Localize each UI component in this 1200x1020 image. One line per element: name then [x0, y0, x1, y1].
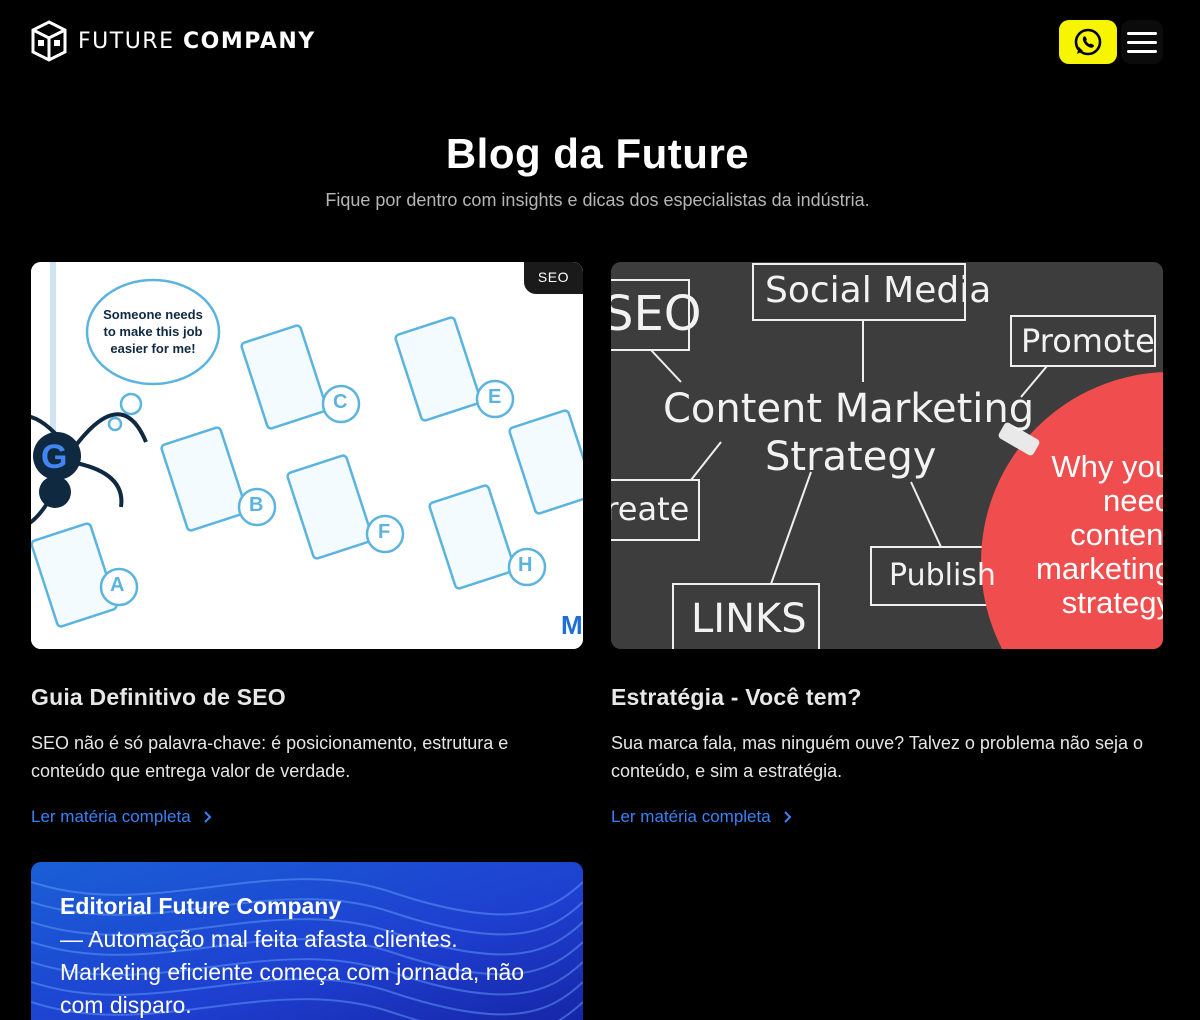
chalk-word: Promote [1021, 322, 1155, 360]
editorial-text: Editorial Future Company — Automação mal… [60, 890, 560, 1020]
blog-card-image[interactable]: SEO Social Media Promote Content Marketi… [611, 262, 1163, 649]
blog-card-strategy: SEO Social Media Promote Content Marketi… [611, 262, 1163, 827]
page-title: Blog da Future [445, 130, 750, 177]
blog-card-excerpt: Sua marca fala, mas ninguém ouve? Talvez… [611, 733, 1143, 781]
logo-mark-icon [31, 20, 67, 62]
editorial-heading: Editorial Future Company [60, 893, 342, 919]
doc-letter: A [110, 574, 125, 596]
page-subtitle: Fique por dentro com insights e dicas do… [325, 190, 870, 210]
svg-text:G: G [41, 438, 67, 476]
editorial-body: — Automação mal feita afasta clientes. M… [60, 926, 525, 1018]
menu-button[interactable] [1121, 20, 1163, 64]
blog-card-seo: G M Someone needs to make this job easie… [31, 262, 583, 827]
circle-text: Why you need content marketing strategy [1036, 449, 1163, 620]
chalk-word: Content Marketing [663, 386, 1035, 432]
blog-card-excerpt: SEO não é só palavra-chave: é posicionam… [31, 733, 509, 781]
doc-letter: H [518, 554, 533, 576]
doc-letter: E [488, 386, 502, 408]
speech-bubble-text: Someone needs to make this job easier fo… [103, 307, 203, 356]
blog-card-title[interactable]: Guia Definitivo de SEO [31, 684, 583, 711]
chalk-word: LINKS [691, 596, 807, 642]
read-more-link[interactable]: Ler matéria completa [611, 807, 792, 827]
hamburger-line [1127, 49, 1157, 53]
site-header: FUTURE COMPANY [0, 0, 1200, 84]
blog-card-title[interactable]: Estratégia - Você tem? [611, 684, 1163, 711]
hamburger-line [1127, 31, 1157, 35]
whatsapp-icon [1074, 28, 1102, 56]
blog-card-editorial[interactable]: Editorial Future Company — Automação mal… [31, 862, 583, 1020]
svg-text:M: M [561, 610, 583, 640]
read-more-link[interactable]: Ler matéria completa [31, 807, 212, 827]
read-more-label: Ler matéria completa [611, 807, 771, 826]
logo[interactable]: FUTURE COMPANY [30, 20, 316, 62]
chalk-word: Publish [889, 558, 996, 593]
doc-letter: C [333, 391, 348, 413]
chalk-word: Social Media [765, 270, 992, 311]
chalk-word: Strategy [765, 434, 937, 480]
doc-letter: F [378, 521, 391, 543]
logo-text-bold: COMPANY [182, 28, 316, 54]
chevron-right-icon [783, 811, 792, 823]
read-more-label: Ler matéria completa [31, 807, 191, 826]
doc-letter: B [249, 494, 264, 516]
hamburger-line [1127, 40, 1157, 44]
chalk-word: SEO [611, 286, 702, 342]
logo-text-light: FUTURE [78, 28, 175, 54]
chalk-word: Create [611, 490, 690, 528]
chevron-right-icon [203, 811, 212, 823]
category-badge: SEO [523, 262, 583, 294]
whatsapp-button[interactable] [1059, 20, 1117, 64]
blog-card-image[interactable]: G M Someone needs to make this job easie… [31, 262, 583, 649]
logo-text: FUTURE COMPANY [78, 29, 316, 54]
